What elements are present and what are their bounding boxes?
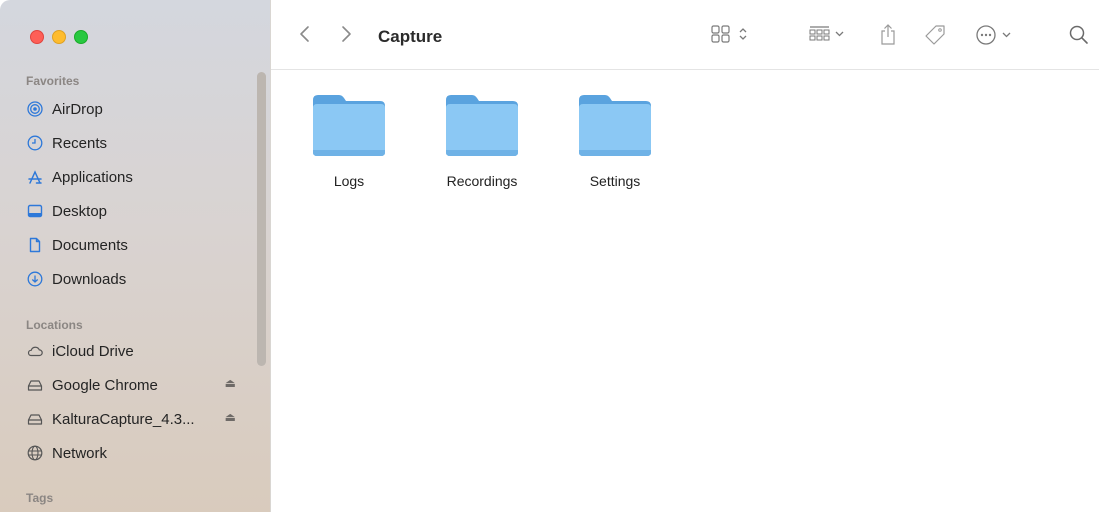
sidebar-item-airdrop[interactable]: AirDrop <box>26 97 236 121</box>
sidebar-item-label: Downloads <box>52 270 127 288</box>
eject-icon[interactable]: ⏏ <box>225 376 236 390</box>
file-name: Logs <box>333 173 365 189</box>
sidebar-item-label: Documents <box>52 236 128 254</box>
share-button[interactable] <box>879 24 897 46</box>
sidebar-item-recents[interactable]: Recents <box>26 131 236 155</box>
download-icon <box>26 270 44 288</box>
folder-item-recordings[interactable]: Recordings <box>427 92 537 189</box>
sidebar-item-label: iCloud Drive <box>52 342 134 360</box>
view-mode-button[interactable] <box>711 24 755 44</box>
sidebar-item-label: Network <box>52 444 108 462</box>
main-content: Capture Logs Recordings Settings <box>271 0 1099 512</box>
sidebar-item-label: AirDrop <box>52 100 103 118</box>
sidebar: Favorites AirDrop Recents Applications D… <box>0 0 271 512</box>
drive-icon <box>26 410 44 428</box>
search-icon <box>1069 25 1088 44</box>
drive-icon <box>26 376 44 394</box>
cloud-icon <box>26 342 44 360</box>
file-name: Recordings <box>446 173 518 189</box>
sidebar-scrollbar[interactable] <box>257 72 266 366</box>
minimize-window-button[interactable] <box>52 30 66 44</box>
window-controls <box>30 30 88 44</box>
folder-item-settings[interactable]: Settings <box>560 92 670 189</box>
file-name: Settings <box>589 173 641 189</box>
more-actions-button[interactable] <box>975 24 1019 46</box>
clock-icon <box>26 134 44 152</box>
sidebar-item-google-chrome[interactable]: Google Chrome ⏏ <box>26 373 236 397</box>
sidebar-section-locations: Locations <box>26 318 83 332</box>
ellipsis-circle-icon <box>976 25 1011 45</box>
document-icon <box>26 236 44 254</box>
chevron-left-icon <box>300 26 309 42</box>
eject-icon[interactable]: ⏏ <box>225 410 236 424</box>
share-icon <box>881 24 895 45</box>
chevron-right-icon <box>342 26 351 42</box>
folder-icon <box>579 95 651 156</box>
window-title: Capture <box>378 27 443 46</box>
sidebar-item-label: KalturaCapture_4.3... <box>52 410 195 428</box>
sidebar-item-downloads[interactable]: Downloads <box>26 267 236 291</box>
applications-icon <box>26 168 44 186</box>
sidebar-item-label: Google Chrome <box>52 376 158 394</box>
airdrop-icon <box>26 100 44 118</box>
tag-icon <box>925 25 945 45</box>
icon-view-icon <box>711 25 747 43</box>
sidebar-item-icloud-drive[interactable]: iCloud Drive <box>26 339 236 363</box>
sidebar-item-label: Applications <box>52 168 133 186</box>
finder-window: Favorites AirDrop Recents Applications D… <box>0 0 1099 512</box>
sidebar-section-tags: Tags <box>26 491 54 505</box>
toolbar: Capture <box>271 0 1099 70</box>
search-button[interactable] <box>1068 24 1090 46</box>
sidebar-item-documents[interactable]: Documents <box>26 233 236 257</box>
forward-button[interactable] <box>339 24 353 44</box>
folder-icon <box>446 95 518 156</box>
folder-icon <box>313 95 385 156</box>
sidebar-item-desktop[interactable]: Desktop <box>26 199 236 223</box>
back-button[interactable] <box>298 24 312 44</box>
close-window-button[interactable] <box>30 30 44 44</box>
sidebar-item-kalturacapture[interactable]: KalturaCapture_4.3... ⏏ <box>26 407 236 431</box>
sidebar-item-label: Recents <box>52 134 108 152</box>
globe-icon <box>26 444 44 462</box>
zoom-window-button[interactable] <box>74 30 88 44</box>
sidebar-section-favorites: Favorites <box>26 74 80 88</box>
folder-item-logs[interactable]: Logs <box>294 92 404 189</box>
group-icon <box>809 26 844 41</box>
sidebar-item-network[interactable]: Network <box>26 441 236 465</box>
group-button[interactable] <box>809 24 847 44</box>
sidebar-item-applications[interactable]: Applications <box>26 165 236 189</box>
sidebar-item-label: Desktop <box>52 202 108 220</box>
desktop-icon <box>26 202 44 220</box>
tag-button[interactable] <box>923 24 947 46</box>
